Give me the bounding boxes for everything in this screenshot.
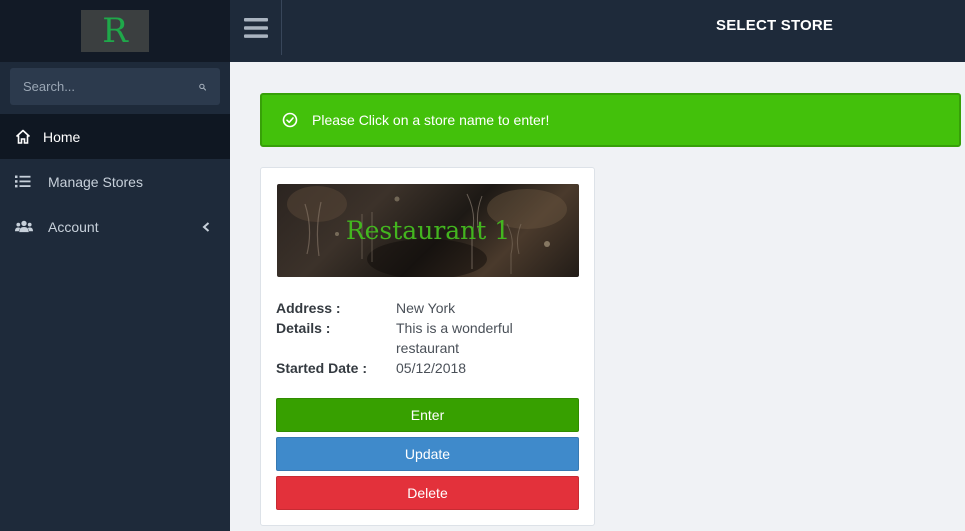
sidebar-item-label: Manage Stores [48, 173, 143, 190]
details-row: Details : This is a wonderful restaurant [276, 318, 566, 358]
store-name-link[interactable]: Restaurant 1 [277, 216, 579, 245]
logo-letter: R [102, 11, 128, 51]
details-value: This is a wonderful restaurant [396, 320, 513, 356]
store-banner-image[interactable]: Restaurant 1 [277, 184, 579, 277]
address-value: New York [396, 300, 456, 316]
sidebar: R Home [0, 0, 230, 531]
address-row: Address : New York [276, 298, 566, 318]
home-icon [15, 129, 33, 145]
search-icon[interactable] [199, 80, 206, 94]
hamburger-icon [243, 17, 268, 38]
alert-message: Please Click on a store name to enter! [312, 112, 550, 128]
chevron-left-icon[interactable] [202, 221, 210, 232]
store-card: Restaurant 1 Address : New York Details … [260, 167, 595, 526]
started-date-row: Started Date : 05/12/2018 [276, 358, 566, 378]
sidebar-item-manage-stores[interactable]: Manage Stores [0, 159, 230, 204]
address-label: Address : [276, 300, 341, 316]
logo-bar: R [0, 0, 230, 62]
details-label: Details : [276, 320, 331, 336]
users-icon [15, 219, 33, 235]
page-title: SELECT STORE [716, 17, 834, 34]
delete-button[interactable]: Delete [276, 476, 579, 510]
top-header: SELECT STORE [230, 0, 965, 62]
started-date-value: 05/12/2018 [396, 360, 467, 376]
check-circle-icon [282, 112, 298, 128]
enter-button[interactable]: Enter [276, 398, 579, 432]
search-box [10, 68, 220, 105]
started-date-label: Started Date : [276, 360, 368, 376]
sidebar-item-label: Account [48, 218, 99, 235]
sidebar-item-account[interactable]: Account [0, 204, 230, 249]
info-alert: Please Click on a store name to enter! [260, 93, 961, 147]
search-bar [0, 62, 230, 114]
sidebar-item-label: Home [43, 128, 81, 145]
update-button[interactable]: Update [276, 437, 579, 471]
app-logo[interactable]: R [81, 10, 149, 52]
menu-toggle-button[interactable] [230, 0, 282, 55]
sidebar-item-home[interactable]: Home [0, 114, 230, 159]
store-details: Address : New York Details : This is a w… [276, 298, 566, 378]
list-icon [15, 174, 33, 190]
search-input[interactable] [23, 79, 199, 94]
